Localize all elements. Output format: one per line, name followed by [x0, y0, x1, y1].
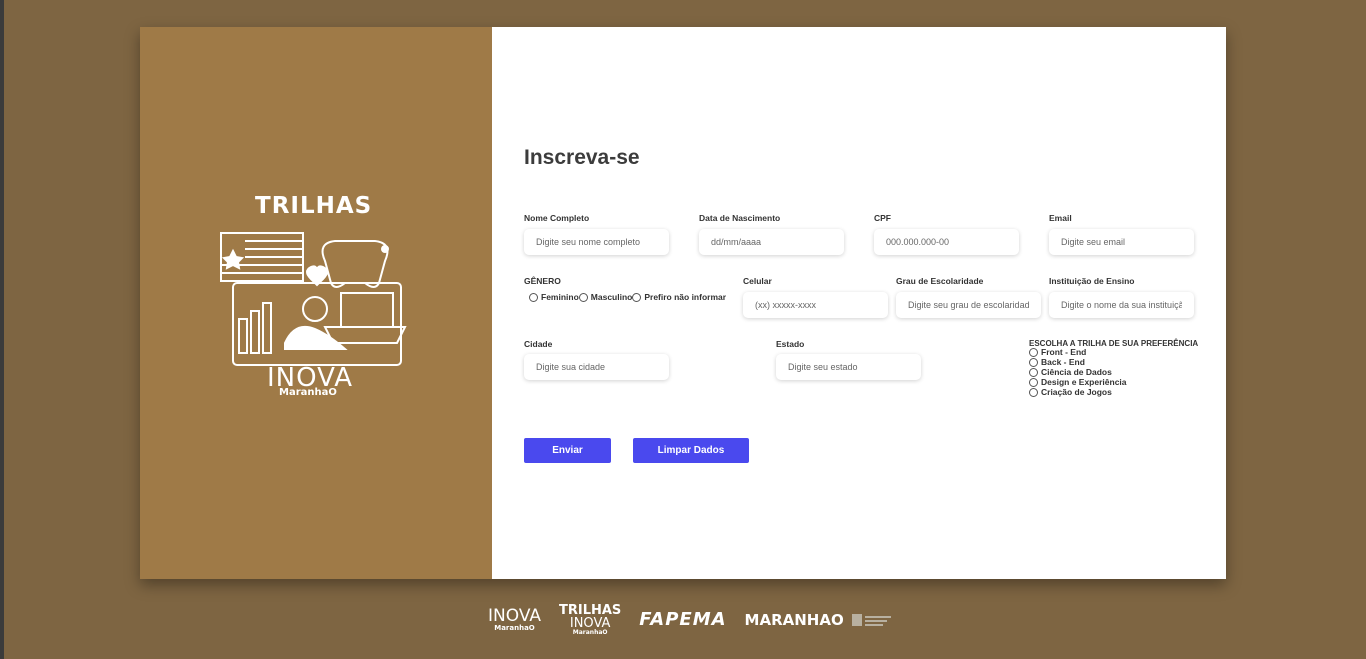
footer-logo-fapema: FAPEMA [639, 609, 727, 630]
cidade-label: Cidade [524, 339, 553, 349]
instituicao-input[interactable] [1049, 292, 1194, 318]
radio-icon[interactable] [578, 292, 588, 302]
governo-maranhao-emblem-icon [851, 614, 891, 626]
trilha-option-back-end[interactable]: Back - End [1029, 357, 1127, 367]
email-input[interactable] [1049, 229, 1194, 255]
radio-icon[interactable] [632, 292, 642, 302]
celular-label: Celular [743, 276, 772, 286]
email-label: Email [1049, 213, 1072, 223]
nascimento-label: Data de Nascimento [699, 213, 781, 223]
nome-label: Nome Completo [524, 213, 590, 223]
footer-logo-inova: INOVA MaranhaO [488, 606, 541, 632]
genero-option-nao-informar[interactable]: Prefiro não informar [632, 292, 726, 302]
escolaridade-label: Grau de Escolaridade [896, 276, 984, 286]
enviar-button[interactable]: Enviar [524, 438, 611, 463]
radio-icon[interactable] [529, 292, 538, 302]
estado-input[interactable] [776, 354, 921, 380]
genero-option-feminino[interactable]: Feminino [529, 292, 579, 302]
radio-icon[interactable] [1029, 367, 1038, 377]
trilha-option-design[interactable]: Design e Experiência [1029, 377, 1127, 387]
radio-icon[interactable] [1029, 357, 1038, 367]
cpf-label: CPF [874, 213, 891, 223]
cidade-input[interactable] [524, 354, 669, 380]
instituicao-label: Instituição de Ensino [1049, 276, 1135, 286]
celular-input[interactable] [743, 292, 888, 318]
footer-logo-maranhao: MARANHAO [745, 610, 892, 630]
escolaridade-input[interactable] [896, 292, 1041, 318]
window-edge [0, 0, 4, 659]
trilha-option-ciencia-dados[interactable]: Ciência de Dados [1029, 367, 1127, 377]
form-panel: Inscreva-se Nome Completo Data de Nascim… [492, 27, 1226, 579]
radio-icon[interactable] [1029, 347, 1038, 357]
genero-label: GÊNERO [524, 276, 561, 286]
logo-maranhao: MaranhaO [279, 387, 337, 398]
trilha-option-jogos[interactable]: Criação de Jogos [1029, 387, 1127, 397]
signup-card: TRILHAS INOVA MaranhaO Inscreva-se Nome … [140, 27, 1226, 579]
logo-title: TRILHAS [255, 193, 373, 219]
trilha-options: Front - End Back - End Ciência de Dados … [1029, 347, 1127, 397]
logo-illustration-icon [220, 232, 407, 366]
estado-label: Estado [776, 339, 805, 349]
trilha-option-front-end[interactable]: Front - End [1029, 347, 1127, 357]
footer-logos: INOVA MaranhaO TRILHAS INOVA MaranhaO FA… [488, 602, 892, 638]
genero-options: Feminino Masculino Prefiro não informar [529, 292, 726, 302]
trilhas-inova-logo: TRILHAS INOVA MaranhaO [215, 187, 425, 427]
radio-icon[interactable] [1029, 377, 1038, 387]
cpf-input[interactable] [874, 229, 1019, 255]
brand-panel: TRILHAS INOVA MaranhaO [140, 27, 492, 579]
genero-option-masculino[interactable]: Masculino [578, 292, 632, 302]
nascimento-input[interactable] [699, 229, 844, 255]
page-title: Inscreva-se [524, 146, 640, 169]
nome-input[interactable] [524, 229, 669, 255]
footer-logo-trilhas-inova: TRILHAS INOVA MaranhaO [558, 603, 622, 636]
limpar-dados-button[interactable]: Limpar Dados [633, 438, 749, 463]
radio-icon[interactable] [1029, 387, 1038, 397]
